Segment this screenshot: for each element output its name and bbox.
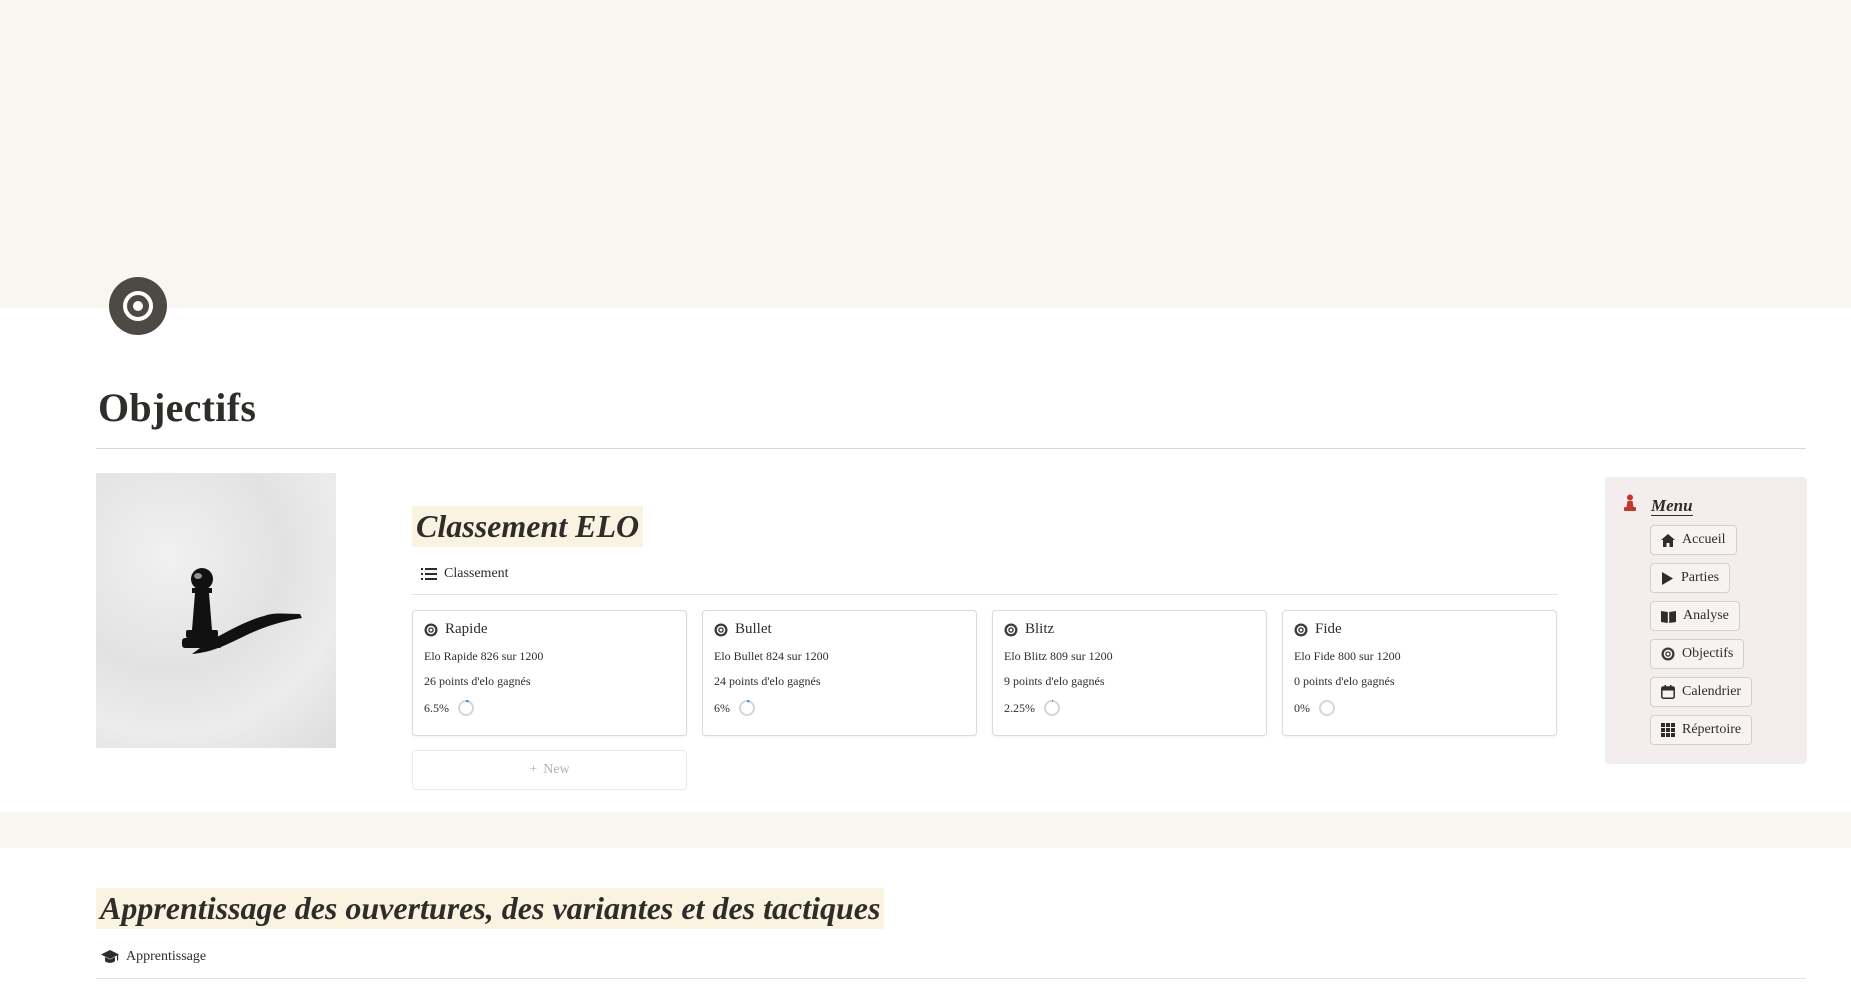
elo-line: Elo Blitz 809 sur 1200 — [1004, 649, 1113, 663]
menu-item-calendrier[interactable]: Calendrier — [1650, 677, 1753, 707]
graduation-cap-icon — [101, 950, 119, 963]
menu-item-parties[interactable]: Parties — [1650, 563, 1731, 593]
progress-ring — [1319, 700, 1335, 716]
progress-ring — [458, 700, 474, 716]
tab-label: Classement — [444, 566, 509, 581]
play-icon — [1662, 571, 1673, 585]
elo-card-blitz[interactable]: Blitz Elo Blitz 809 sur 1200 9 points d'… — [992, 610, 1267, 736]
target-icon — [1294, 623, 1308, 636]
tab-label: Apprentissage — [126, 949, 207, 964]
tab-divider — [412, 594, 1558, 595]
learning-section-heading: Apprentissage des ouvertures, des varian… — [96, 888, 885, 929]
target-icon[interactable] — [109, 277, 167, 335]
progress-text: 2.25% — [1004, 700, 1035, 715]
bottom-divider — [96, 978, 1806, 979]
card-title: Rapide — [445, 621, 488, 637]
list-icon — [421, 568, 437, 580]
menu-panel: Menu Accueil Parties Analyse Objectifs C… — [1605, 477, 1807, 764]
pawn-icon — [1624, 494, 1636, 511]
progress-text: 6% — [714, 700, 730, 715]
elo-card-gallery: Rapide Elo Rapide 826 sur 1200 26 points… — [412, 610, 1557, 736]
home-icon — [1661, 533, 1675, 547]
target-icon — [424, 623, 438, 636]
menu-item-label: Objectifs — [1682, 646, 1734, 661]
menu-item-objectifs[interactable]: Objectifs — [1650, 639, 1745, 669]
menu-item-label: Accueil — [1682, 532, 1726, 547]
page-title: Objectifs — [98, 385, 257, 430]
gain-line: 9 points d'elo gagnés — [1004, 674, 1105, 688]
progress-ring-track — [458, 700, 474, 716]
menu-item-label: Analyse — [1683, 608, 1729, 623]
menu-item-accueil[interactable]: Accueil — [1650, 525, 1737, 555]
elo-section-heading: Classement ELO — [412, 506, 644, 547]
card-title: Blitz — [1025, 621, 1055, 637]
elo-line: Elo Rapide 826 sur 1200 — [424, 649, 544, 663]
progress-text: 6.5% — [424, 700, 449, 715]
card-title: Fide — [1315, 621, 1342, 637]
menu-item-repertoire[interactable]: Répertoire — [1650, 715, 1753, 745]
target-icon — [1661, 647, 1675, 661]
tab-apprentissage[interactable]: Apprentissage — [101, 949, 206, 965]
elo-card-fide[interactable]: Fide Elo Fide 800 sur 1200 0 points d'el… — [1282, 610, 1557, 736]
elo-card-rapide[interactable]: Rapide Elo Rapide 826 sur 1200 26 points… — [412, 610, 687, 736]
progress-ring-track — [1319, 700, 1335, 716]
menu-item-label: Calendrier — [1682, 684, 1742, 699]
gain-line: 24 points d'elo gagnés — [714, 674, 821, 688]
new-label: New — [543, 762, 570, 777]
tab-classement[interactable]: Classement — [421, 566, 509, 582]
calendar-icon — [1661, 685, 1675, 699]
page-cover — [0, 0, 1851, 308]
grid-icon — [1661, 723, 1675, 737]
elo-line: Elo Fide 800 sur 1200 — [1294, 649, 1401, 663]
menu-item-label: Parties — [1681, 570, 1720, 585]
menu-item-analyse[interactable]: Analyse — [1650, 601, 1740, 631]
target-icon — [714, 623, 728, 636]
book-icon — [1661, 610, 1676, 623]
target-icon — [1004, 623, 1018, 636]
elo-line: Elo Bullet 824 sur 1200 — [714, 649, 829, 663]
progress-ring-track — [739, 700, 755, 716]
gain-line: 26 points d'elo gagnés — [424, 674, 531, 688]
progress-ring — [1044, 700, 1060, 716]
pawn-illustration — [96, 473, 336, 748]
new-card-button[interactable]: + New — [412, 750, 687, 790]
title-divider — [96, 448, 1806, 449]
progress-text: 0% — [1294, 700, 1310, 715]
progress-ring-track — [1044, 700, 1060, 716]
progress-ring — [739, 700, 755, 716]
elo-card-bullet[interactable]: Bullet Elo Bullet 824 sur 1200 24 points… — [702, 610, 977, 736]
menu-title: Menu — [1651, 496, 1693, 516]
menu-item-label: Répertoire — [1682, 722, 1742, 737]
section-band — [0, 812, 1851, 848]
plus-icon: + — [529, 762, 538, 777]
gain-line: 0 points d'elo gagnés — [1294, 674, 1395, 688]
card-title: Bullet — [735, 621, 772, 637]
